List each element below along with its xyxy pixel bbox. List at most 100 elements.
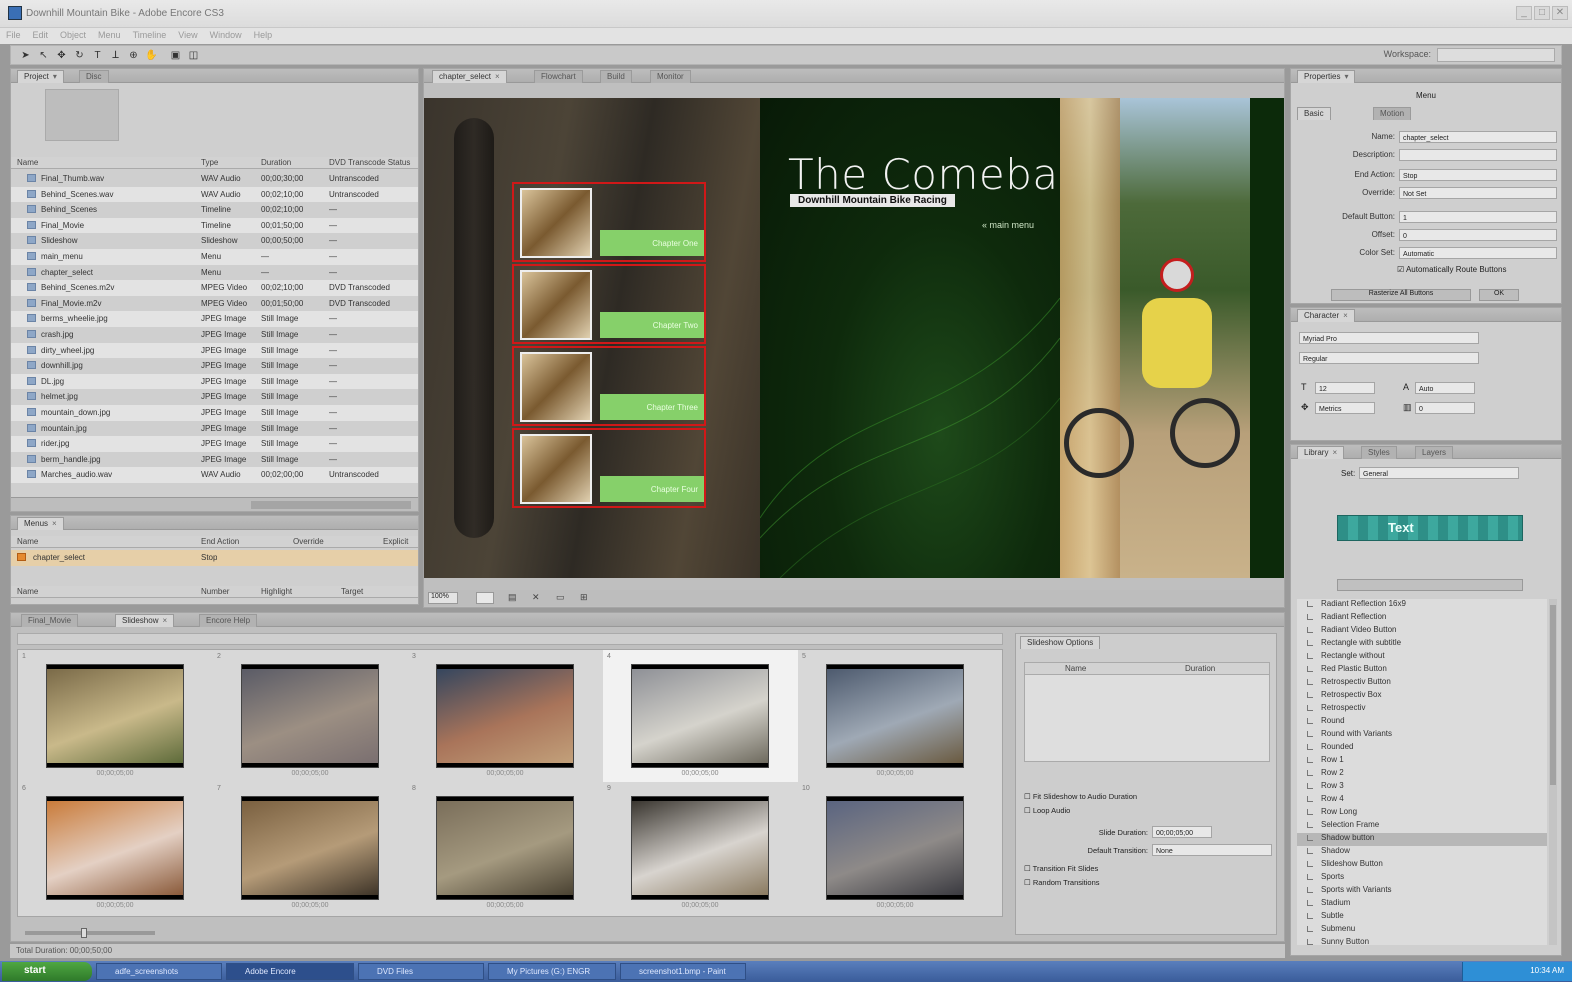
slide-cell[interactable]: 4 00;00;05;00 xyxy=(603,650,798,782)
table-row[interactable]: DL.jpg JPEG Image Still Image — xyxy=(11,373,418,390)
chapter-button-2[interactable]: Chapter Two xyxy=(512,264,706,344)
guides-icon[interactable]: ⊞ xyxy=(580,592,592,604)
audio-col-name[interactable]: Name xyxy=(1065,664,1086,673)
col-duration[interactable]: Duration xyxy=(261,158,291,167)
list-item[interactable]: Slideshow Button xyxy=(1297,859,1547,872)
zoom-select[interactable]: 100% xyxy=(428,592,458,604)
hand-tool-icon[interactable]: ✋ xyxy=(145,49,158,62)
slide-cell[interactable]: 3 00;00;05;00 xyxy=(408,650,603,782)
table-row[interactable]: rider.jpg JPEG Image Still Image — xyxy=(11,436,418,452)
property-field[interactable]: chapter_select xyxy=(1399,131,1557,143)
preview-tool-icon[interactable]: ▣ xyxy=(169,49,182,62)
kerning-field[interactable]: Metrics xyxy=(1315,402,1375,414)
table-row[interactable]: Final_Thumb.wav WAV Audio 00;00;30;00 Untra… xyxy=(11,171,418,187)
property-field[interactable]: Not Set xyxy=(1399,187,1557,199)
table-row[interactable]: Final_Movie.m2v MPEG Video 00;01;50;00 DVD … xyxy=(11,296,418,312)
property-field[interactable]: Stop xyxy=(1399,169,1557,181)
font-family-select[interactable]: Myriad Pro xyxy=(1299,332,1479,344)
tab-slideshow-options[interactable]: Slideshow Options xyxy=(1020,636,1101,649)
tab-flowchart[interactable]: Flowchart xyxy=(534,70,583,83)
leading-field[interactable]: Auto xyxy=(1415,382,1475,394)
tab-character[interactable]: Character × xyxy=(1297,309,1355,322)
list-item[interactable]: Sports with Variants xyxy=(1297,885,1547,898)
list-item[interactable]: Sports xyxy=(1297,872,1547,885)
start-button[interactable]: start xyxy=(2,962,92,981)
menus-col-explicit[interactable]: Explicit xyxy=(383,537,408,546)
menu-menu[interactable]: Menu xyxy=(92,28,127,42)
tracking-field[interactable]: 0 xyxy=(1415,402,1475,414)
slide-cell[interactable]: 5 00;00;05;00 xyxy=(798,650,993,782)
list-item[interactable]: Row 3 xyxy=(1297,781,1547,794)
tab-motion[interactable]: Motion xyxy=(1373,107,1412,120)
chapter-button-1[interactable]: Chapter One xyxy=(512,182,706,262)
list-item[interactable]: Radiant Reflection xyxy=(1297,612,1547,625)
list-item[interactable]: Row 1 xyxy=(1297,755,1547,768)
ok-button[interactable]: OK xyxy=(1479,289,1519,301)
buttons-col-highlight[interactable]: Highlight xyxy=(261,587,292,596)
taskbar-btn-2[interactable]: Adobe Encore xyxy=(226,963,354,980)
list-item[interactable]: Red Plastic Button xyxy=(1297,664,1547,677)
thumb-size-slider[interactable] xyxy=(25,928,155,938)
list-item[interactable]: Sunny Button xyxy=(1297,937,1547,945)
rotate-tool-icon[interactable]: ↻ xyxy=(73,49,86,62)
taskbar-btn-4[interactable]: My Pictures (G:) ENGR xyxy=(488,963,616,980)
property-field[interactable]: Automatic xyxy=(1399,247,1557,259)
menu-timeline[interactable]: Timeline xyxy=(127,28,173,42)
font-size-field[interactable]: 12 xyxy=(1315,382,1375,394)
minimize-button[interactable]: _ xyxy=(1516,6,1532,20)
table-row[interactable]: Behind_Scenes.wav WAV Audio 00;02;10;00 Unt… xyxy=(11,186,418,203)
tab-chapter-select[interactable]: chapter_select × xyxy=(432,70,507,83)
menu-view[interactable]: View xyxy=(172,28,203,42)
loop-audio-checkbox[interactable]: ☐ Loop Audio xyxy=(1024,806,1070,815)
property-field[interactable] xyxy=(1399,149,1557,161)
maximize-button[interactable]: □ xyxy=(1534,6,1550,20)
list-item[interactable]: Row 4 xyxy=(1297,794,1547,807)
transition-select[interactable]: None xyxy=(1152,844,1272,856)
set-select[interactable]: General xyxy=(1359,467,1519,479)
table-row[interactable]: mountain.jpg JPEG Image Still Image — xyxy=(11,421,418,437)
subpicture-icon[interactable]: ▤ xyxy=(508,592,520,604)
list-item[interactable]: Shadow button xyxy=(1297,833,1547,846)
slide-cell[interactable]: 8 00;00;05;00 xyxy=(408,782,603,914)
routing-icon[interactable]: ✕ xyxy=(532,592,544,604)
thumb-size-handle[interactable] xyxy=(81,928,87,938)
list-item[interactable]: Subtle xyxy=(1297,911,1547,924)
tab-menus[interactable]: Menus × xyxy=(17,517,64,530)
buttons-col-name[interactable]: Name xyxy=(17,587,38,596)
list-item[interactable]: Shadow xyxy=(1297,846,1547,859)
list-item[interactable]: Retrospectiv Box xyxy=(1297,690,1547,703)
external-editor-icon[interactable]: ◫ xyxy=(187,49,200,62)
list-item[interactable]: Stadium xyxy=(1297,898,1547,911)
tab-properties[interactable]: Properties ▾ xyxy=(1297,70,1356,83)
slide-cell[interactable]: 1 00;00;05;00 xyxy=(18,650,213,782)
zoom-tool-icon[interactable]: ⊕ xyxy=(127,49,140,62)
list-item[interactable]: Retrospectiv xyxy=(1297,703,1547,716)
table-row[interactable]: main_menu Menu — — xyxy=(11,249,418,265)
table-row[interactable]: berm_handle.jpg JPEG Image Still Image — xyxy=(11,452,418,468)
list-item[interactable]: Rectangle with subtitle xyxy=(1297,638,1547,651)
table-row[interactable]: downhill.jpg JPEG Image Still Image — xyxy=(11,358,418,374)
col-name[interactable]: Name xyxy=(17,158,38,167)
tab-library[interactable]: Library × xyxy=(1297,446,1345,459)
highlight-icon[interactable]: ▭ xyxy=(556,592,568,604)
list-item[interactable]: Rounded xyxy=(1297,742,1547,755)
menus-col-name[interactable]: Name xyxy=(17,537,38,546)
auto-route-checkbox[interactable]: ☑ Automatically Route Buttons xyxy=(1397,265,1506,274)
table-row[interactable]: dirty_wheel.jpg JPEG Image Still Image — xyxy=(11,342,418,359)
list-item[interactable]: Retrospectiv Button xyxy=(1297,677,1547,690)
chapter-button-4[interactable]: Chapter Four xyxy=(512,428,706,508)
property-field[interactable]: 1 xyxy=(1399,211,1557,223)
font-style-select[interactable]: Regular xyxy=(1299,352,1479,364)
tab-final-movie[interactable]: Final_Movie xyxy=(21,614,79,627)
table-row[interactable]: Behind_Scenes.m2v MPEG Video 00;02;10;00 DV… xyxy=(11,280,418,296)
chapter-button-3[interactable]: Chapter Three xyxy=(512,346,706,426)
table-row[interactable]: helmet.jpg JPEG Image Still Image — xyxy=(11,389,418,405)
transition-fit-checkbox[interactable]: ☐ Transition Fit Slides xyxy=(1024,864,1098,873)
menu-window[interactable]: Window xyxy=(204,28,248,42)
table-row[interactable]: mountain_down.jpg JPEG Image Still Image — xyxy=(11,405,418,421)
tab-project[interactable]: Project ▾ xyxy=(17,70,64,83)
menus-row-chapter-select[interactable]: chapter_select Stop xyxy=(11,550,418,566)
table-row[interactable]: Marches_audio.wav WAV Audio 00;02;00;00 Unt… xyxy=(11,467,418,483)
taskbar-btn-5[interactable]: screenshot1.bmp - Paint xyxy=(620,963,746,980)
property-field[interactable]: 0 xyxy=(1399,229,1557,241)
